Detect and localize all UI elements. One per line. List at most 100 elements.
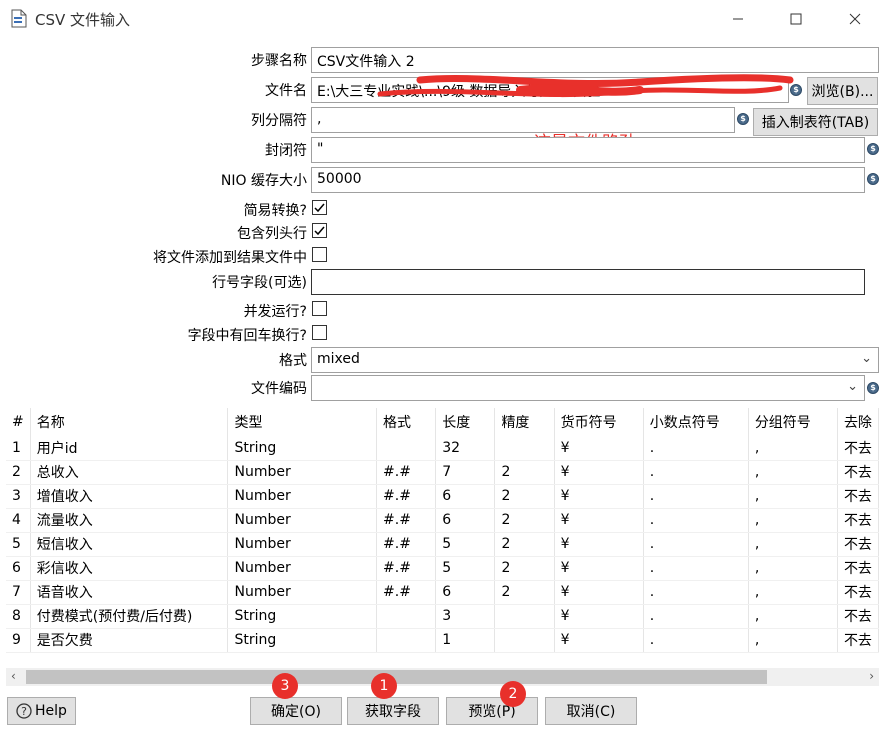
table-cell[interactable]: 6 [435, 580, 496, 605]
scroll-right-icon[interactable]: › [869, 669, 874, 683]
table-cell[interactable]: 是否欠费 [30, 628, 229, 653]
table-cell[interactable]: 总收入 [30, 460, 229, 485]
table-cell[interactable]: 2 [494, 508, 555, 533]
table-cell[interactable]: . [643, 460, 749, 485]
table-cell[interactable]: 2 [494, 484, 555, 509]
table-row[interactable]: 8 付费模式(预付费/后付费) String 3 ¥., 不去 [6, 604, 879, 629]
table-cell[interactable]: , [748, 604, 838, 629]
table-cell[interactable]: 6 [435, 484, 496, 509]
nio-buffer-input[interactable]: 50000 [311, 167, 865, 193]
table-cell[interactable] [494, 436, 555, 461]
table-cell[interactable]: 短信收入 [30, 532, 229, 557]
table-row[interactable]: 2 总收入 Number #.# 7 2 ¥., 不去 [6, 460, 879, 485]
table-cell[interactable]: #.# [376, 484, 437, 509]
table-cell[interactable] [494, 628, 555, 653]
column-header[interactable]: 分组符号 [748, 408, 838, 436]
table-cell[interactable]: ¥ [554, 508, 644, 533]
table-cell[interactable] [376, 628, 437, 653]
scroll-left-icon[interactable]: ‹ [11, 669, 16, 683]
table-cell[interactable]: 5 [435, 556, 496, 581]
column-header[interactable]: 名称 [30, 408, 229, 436]
table-cell[interactable]: . [643, 436, 749, 461]
table-cell[interactable]: 8 [6, 604, 31, 629]
close-button[interactable] [826, 0, 884, 38]
newline-in-fields-checkbox[interactable] [312, 325, 327, 340]
table-cell[interactable]: . [643, 484, 749, 509]
table-cell[interactable]: 不去 [837, 556, 879, 581]
column-header[interactable]: 货币符号 [554, 408, 644, 436]
table-cell[interactable]: , [748, 436, 838, 461]
table-cell[interactable] [494, 604, 555, 629]
table-row[interactable]: 9 是否欠费 String 1 ¥., 不去 [6, 628, 879, 653]
table-cell[interactable]: 付费模式(预付费/后付费) [30, 604, 229, 629]
column-header[interactable]: 长度 [435, 408, 496, 436]
table-cell[interactable]: String [227, 436, 378, 461]
table-cell[interactable]: . [643, 556, 749, 581]
table-cell[interactable]: 9 [6, 628, 31, 653]
table-cell[interactable]: ¥ [554, 484, 644, 509]
table-cell[interactable]: , [748, 484, 838, 509]
table-cell[interactable]: 2 [6, 460, 31, 485]
table-cell[interactable]: ¥ [554, 628, 644, 653]
row-number-field-input[interactable] [311, 269, 865, 295]
table-cell[interactable]: 不去 [837, 532, 879, 557]
maximize-button[interactable] [767, 0, 825, 38]
format-select[interactable]: mixed ⌄ [311, 347, 879, 373]
table-cell[interactable]: . [643, 628, 749, 653]
table-cell[interactable]: . [643, 580, 749, 605]
table-cell[interactable]: , [748, 460, 838, 485]
column-header[interactable]: # [6, 408, 31, 436]
table-cell[interactable]: 7 [435, 460, 496, 485]
table-cell[interactable]: Number [227, 460, 378, 485]
table-cell[interactable]: , [748, 508, 838, 533]
preview-button[interactable]: 预览(P) [446, 697, 538, 725]
table-cell[interactable] [376, 436, 437, 461]
table-cell[interactable]: Number [227, 556, 378, 581]
header-row-checkbox[interactable] [312, 223, 327, 238]
fields-table[interactable]: # 名称 类型 格式 长度 精度 货币符号 小数点符号 分组符号 去除 1 用户i… [6, 408, 879, 668]
table-cell[interactable]: . [643, 532, 749, 557]
table-cell[interactable]: 6 [6, 556, 31, 581]
table-cell[interactable]: 3 [6, 484, 31, 509]
table-row[interactable]: 6 彩信收入 Number #.# 5 2 ¥., 不去 [6, 556, 879, 581]
table-cell[interactable]: 不去 [837, 580, 879, 605]
table-cell[interactable]: ¥ [554, 532, 644, 557]
parallel-checkbox[interactable] [312, 301, 327, 316]
table-cell[interactable]: 5 [435, 532, 496, 557]
table-cell[interactable]: #.# [376, 556, 437, 581]
horizontal-scrollbar[interactable]: ‹ › [6, 668, 879, 686]
minimize-button[interactable] [709, 0, 767, 38]
enclosure-input[interactable]: " [311, 137, 865, 163]
cancel-button[interactable]: 取消(C) [545, 697, 637, 725]
table-cell[interactable]: #.# [376, 580, 437, 605]
browse-button[interactable]: 浏览(B)... [807, 77, 878, 105]
table-cell[interactable]: ¥ [554, 436, 644, 461]
table-cell[interactable]: . [643, 604, 749, 629]
column-header[interactable]: 精度 [494, 408, 555, 436]
insert-tab-button[interactable]: 插入制表符(TAB) [753, 108, 878, 136]
table-cell[interactable]: 2 [494, 532, 555, 557]
table-cell[interactable]: 不去 [837, 604, 879, 629]
table-cell[interactable]: 不去 [837, 628, 879, 653]
table-cell[interactable]: 2 [494, 556, 555, 581]
table-cell[interactable]: , [748, 556, 838, 581]
table-cell[interactable]: 不去 [837, 484, 879, 509]
lazy-conversion-checkbox[interactable] [312, 200, 327, 215]
table-cell[interactable]: String [227, 604, 378, 629]
table-cell[interactable]: , [748, 628, 838, 653]
table-cell[interactable]: , [748, 532, 838, 557]
table-cell[interactable]: 2 [494, 580, 555, 605]
table-cell[interactable]: ¥ [554, 604, 644, 629]
table-cell[interactable]: 增值收入 [30, 484, 229, 509]
column-header[interactable]: 格式 [376, 408, 437, 436]
table-cell[interactable]: 32 [435, 436, 496, 461]
file-name-input[interactable]: E:\大三专业实践\...\9级 数据导入与处理-实验 [311, 77, 789, 103]
ok-button[interactable]: 确定(O) [250, 697, 342, 725]
table-cell[interactable]: ¥ [554, 460, 644, 485]
table-cell[interactable]: 不去 [837, 436, 879, 461]
table-cell[interactable]: 2 [494, 460, 555, 485]
delimiter-input[interactable]: , [311, 107, 735, 133]
get-fields-button[interactable]: 获取字段 [347, 697, 439, 725]
column-header[interactable]: 类型 [227, 408, 378, 436]
table-cell[interactable]: 7 [6, 580, 31, 605]
